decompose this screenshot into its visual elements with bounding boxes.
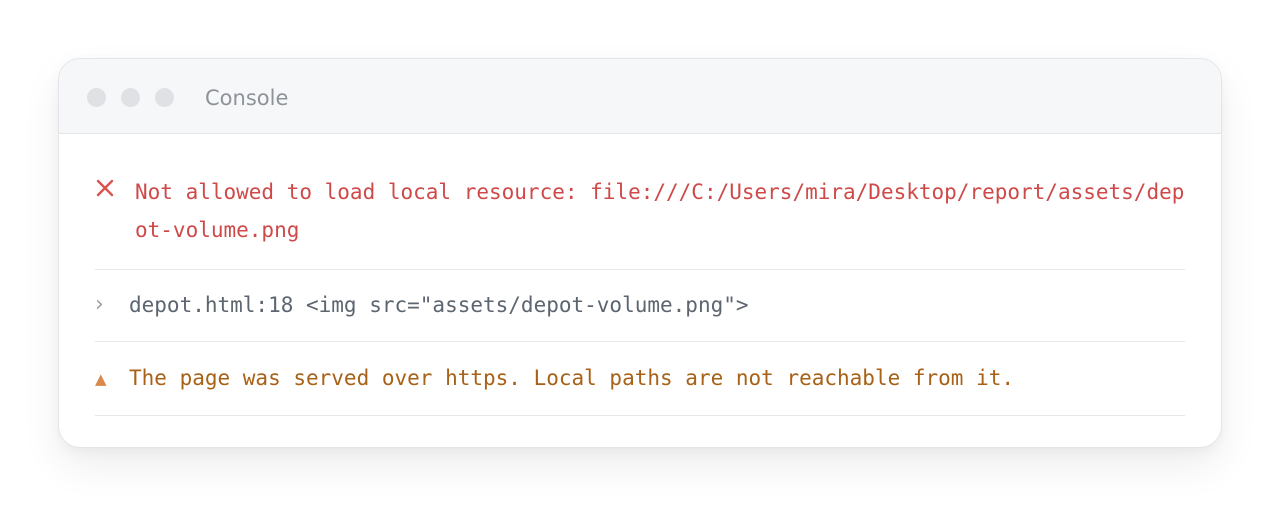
title-bar: Console (59, 59, 1221, 134)
window-close-dot[interactable] (87, 88, 106, 107)
console-log: Not allowed to load local resource: file… (95, 134, 1185, 416)
console-window: Console Not allowed to load local resour… (58, 58, 1222, 448)
console-entry-error[interactable]: Not allowed to load local resource: file… (95, 134, 1185, 270)
error-message: Not allowed to load local resource: file… (135, 180, 1185, 242)
warning-message: The page was served over https. Local pa… (129, 366, 1015, 390)
warning-triangle-icon: ▲ (95, 370, 107, 388)
console-entry-warning[interactable]: ▲ The page was served over https. Local … (95, 342, 1185, 416)
console-entry-log[interactable]: › depot.html:18 <img src="assets/depot-v… (95, 270, 1185, 342)
window-minimize-dot[interactable] (121, 88, 140, 107)
close-x-icon (95, 178, 115, 198)
log-message: depot.html:18 <img src="assets/depot-vol… (129, 293, 749, 317)
chevron-right-icon: › (95, 292, 104, 317)
window-maximize-dot[interactable] (155, 88, 174, 107)
window-title: Console (205, 86, 289, 110)
